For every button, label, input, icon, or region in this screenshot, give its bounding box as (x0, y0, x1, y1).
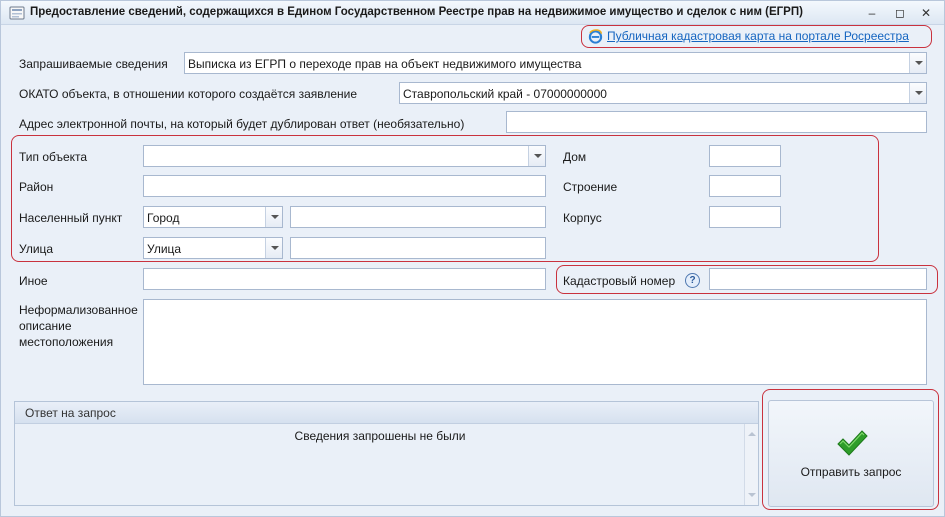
send-request-button[interactable]: Отправить запрос (768, 400, 934, 507)
block-label: Корпус (563, 211, 602, 225)
house-field[interactable] (709, 145, 781, 167)
district-label: Район (19, 180, 54, 194)
block-field[interactable] (709, 206, 781, 228)
locality-type-value: Город (147, 211, 180, 225)
requested-info-select[interactable]: Выписка из ЕГРП о переходе прав на объек… (184, 52, 927, 74)
okato-value: Ставропольский край - 07000000000 (403, 87, 607, 101)
okato-select[interactable]: Ставропольский край - 07000000000 (399, 82, 927, 104)
response-text: Сведения запрошены не были (294, 429, 466, 443)
checkmark-icon (837, 430, 868, 456)
cadastral-number-field[interactable] (709, 268, 927, 290)
locality-label: Населенный пункт (19, 211, 123, 225)
chevron-down-icon[interactable] (909, 53, 926, 73)
chevron-down-icon[interactable] (265, 238, 282, 258)
scroll-down-icon[interactable] (748, 493, 756, 497)
email-field[interactable] (506, 111, 927, 133)
object-type-select[interactable] (143, 145, 546, 167)
requested-info-value: Выписка из ЕГРП о переходе прав на объек… (188, 57, 582, 71)
location-desc-textarea[interactable] (143, 299, 927, 385)
title-bar: Предоставление сведений, содержащихся в … (1, 1, 944, 25)
minimize-button[interactable]: – (864, 5, 880, 21)
other-label: Иное (19, 274, 48, 288)
cadastral-label: Кадастровый номер (563, 274, 676, 288)
street-type-select[interactable]: Улица (143, 237, 283, 259)
response-scrollbar[interactable] (744, 424, 758, 505)
form-icon (9, 6, 25, 20)
chevron-down-icon[interactable] (528, 146, 545, 166)
response-body: Сведения запрошены не были (15, 424, 758, 505)
street-type-value: Улица (147, 242, 182, 256)
close-button[interactable]: ✕ (918, 5, 934, 21)
ie-browser-icon (588, 29, 603, 44)
location-desc-label-1: Неформализованное (19, 303, 138, 317)
object-type-label: Тип объекта (19, 150, 88, 164)
main-window: Предоставление сведений, содержащихся в … (0, 0, 945, 517)
help-icon[interactable]: ? (685, 273, 700, 288)
building-label: Строение (563, 180, 618, 194)
requested-info-label: Запрашиваемые сведения (19, 57, 168, 71)
response-panel: Ответ на запрос Сведения запрошены не бы… (14, 401, 759, 506)
window-title: Предоставление сведений, содержащихся в … (30, 6, 803, 18)
restore-button[interactable]: ◻ (892, 5, 908, 21)
building-field[interactable] (709, 175, 781, 197)
house-label: Дом (563, 150, 587, 164)
locality-type-select[interactable]: Город (143, 206, 283, 228)
okato-label: ОКАТО объекта, в отношении которого созд… (19, 87, 358, 101)
location-desc-label-3: местоположения (19, 335, 114, 349)
chevron-down-icon[interactable] (909, 83, 926, 103)
scroll-up-icon[interactable] (748, 432, 756, 436)
location-desc-label-2: описание (19, 319, 72, 333)
cadastral-map-link[interactable]: Публичная кадастровая карта на портале Р… (607, 29, 909, 43)
street-label: Улица (19, 242, 54, 256)
other-field[interactable] (143, 268, 546, 290)
send-request-label: Отправить запрос (800, 465, 902, 479)
district-field[interactable] (143, 175, 546, 197)
response-header: Ответ на запрос (15, 402, 758, 424)
chevron-down-icon[interactable] (265, 207, 282, 227)
response-header-label: Ответ на запрос (25, 406, 116, 420)
locality-field[interactable] (290, 206, 546, 228)
form-area: Публичная кадастровая карта на портале Р… (1, 25, 944, 516)
street-field[interactable] (290, 237, 546, 259)
email-label: Адрес электронной почты, на который буде… (19, 117, 465, 131)
